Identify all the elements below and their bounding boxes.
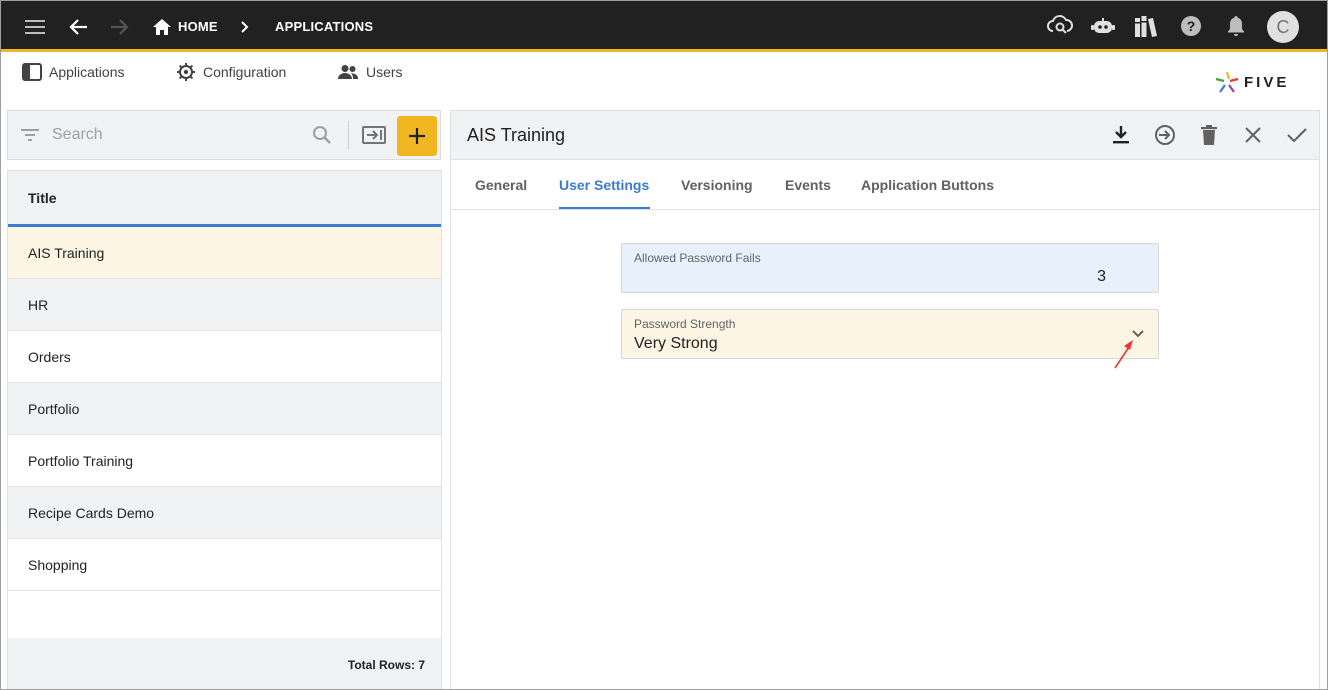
add-button[interactable] [397, 116, 437, 156]
list-row-label: Shopping [28, 557, 88, 573]
download-icon[interactable] [1109, 123, 1133, 147]
active-tab-indicator [559, 207, 650, 209]
allowed-password-fails-field[interactable]: Allowed Password Fails 3 [621, 243, 1159, 293]
nav-configuration[interactable]: Configuration [176, 61, 286, 83]
import-icon[interactable] [361, 124, 387, 146]
nav-configuration-label: Configuration [203, 64, 287, 80]
logo-text: FIVE [1244, 73, 1290, 91]
form-title: AIS Training [467, 125, 566, 145]
go-to-icon[interactable] [1153, 123, 1177, 147]
record-form: AIS Training General User Settings Versi… [450, 110, 1320, 690]
list-search-bar [7, 110, 441, 160]
delete-icon[interactable] [1197, 123, 1221, 147]
allowed-password-fails-value: 3 [1097, 268, 1106, 285]
check-icon[interactable] [1285, 123, 1309, 147]
filter-icon[interactable] [20, 126, 40, 144]
chevron-right-icon [238, 18, 252, 36]
top-app-bar: HOME APPLICATIONS ? C [0, 0, 1328, 52]
tab-user-settings[interactable]: User Settings [559, 177, 649, 193]
list-row[interactable]: HR [8, 279, 441, 331]
breadcrumb-applications[interactable]: APPLICATIONS [275, 19, 373, 34]
cloud-search-icon[interactable] [1046, 13, 1074, 39]
tab-versioning[interactable]: Versioning [681, 177, 753, 193]
gear-wrench-icon [177, 63, 195, 81]
annotation-arrow-icon [1114, 340, 1133, 369]
list-row[interactable]: Shopping [8, 539, 441, 591]
password-strength-value: Very Strong [634, 335, 718, 352]
user-avatar[interactable]: C [1267, 11, 1299, 43]
svg-text:?: ? [1187, 18, 1196, 34]
tab-application-buttons[interactable]: Application Buttons [861, 177, 994, 193]
list-row-label: Orders [28, 349, 71, 365]
nav-users[interactable]: Users [337, 61, 403, 83]
list-row[interactable]: Recipe Cards Demo [8, 487, 441, 539]
password-strength-label: Password Strength [634, 317, 736, 331]
five-logo: FIVE [1214, 70, 1289, 94]
password-strength-select[interactable]: Password Strength Very Strong [621, 309, 1159, 359]
chatbot-icon[interactable] [1090, 14, 1116, 40]
applications-list: Title AIS Training HR Orders Portfolio P… [7, 170, 442, 690]
menu-icon[interactable] [22, 15, 48, 39]
form-tabs: General User Settings Versioning Events … [451, 160, 1319, 210]
search-divider [348, 121, 349, 149]
form-header: AIS Training [451, 111, 1319, 160]
help-icon[interactable]: ? [1178, 13, 1204, 39]
list-row[interactable]: Portfolio Training [8, 435, 441, 487]
bell-icon[interactable] [1223, 13, 1249, 39]
list-row-label: HR [28, 297, 49, 313]
back-arrow-icon[interactable] [66, 15, 92, 39]
home-icon[interactable] [152, 17, 172, 37]
search-input[interactable] [52, 126, 302, 144]
breadcrumb-home[interactable]: HOME [178, 19, 218, 34]
plus-icon [409, 128, 425, 144]
list-row[interactable]: Orders [8, 331, 441, 383]
list-row-label: AIS Training [28, 245, 105, 261]
list-header[interactable]: Title [8, 171, 441, 227]
list-row-label: Portfolio Training [28, 453, 134, 469]
tab-events[interactable]: Events [785, 177, 831, 193]
total-rows: Total Rows: 7 [347, 658, 425, 672]
list-row[interactable]: Portfolio [8, 383, 441, 435]
users-icon [338, 65, 359, 79]
library-icon[interactable] [1133, 13, 1159, 41]
list-row-label: Portfolio [28, 401, 80, 417]
column-title: Title [28, 190, 57, 206]
nav-applications[interactable]: Applications [22, 61, 125, 83]
allowed-password-fails-label: Allowed Password Fails [634, 251, 761, 265]
list-row[interactable]: AIS Training [8, 227, 441, 279]
search-icon[interactable] [310, 124, 334, 146]
five-logo-mark [1215, 71, 1239, 93]
nav-users-label: Users [366, 64, 403, 80]
list-row-label: Recipe Cards Demo [28, 505, 155, 521]
close-icon[interactable] [1241, 123, 1265, 147]
tab-general[interactable]: General [475, 177, 527, 193]
application-icon [22, 63, 42, 81]
forward-arrow-icon[interactable] [106, 15, 132, 39]
list-footer: Total Rows: 7 [8, 638, 441, 690]
nav-applications-label: Applications [49, 64, 125, 80]
